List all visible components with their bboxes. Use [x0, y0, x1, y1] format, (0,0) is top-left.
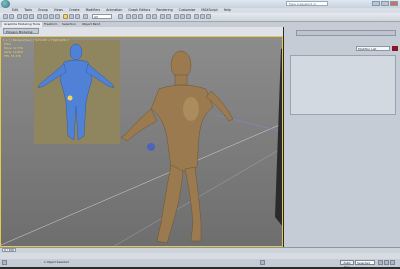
object-color-swatch[interactable] [392, 46, 398, 51]
render-setup-icon[interactable] [194, 14, 199, 19]
zoom-icon[interactable] [378, 260, 383, 265]
modifier-stack[interactable] [290, 55, 396, 115]
select-and-scale-icon[interactable] [75, 14, 80, 19]
link-icon[interactable] [17, 14, 22, 19]
reference-coordinate-icon[interactable] [83, 14, 88, 19]
search-input[interactable]: Type a keyword or phrase [286, 1, 328, 11]
select-and-move-icon[interactable] [63, 14, 68, 19]
render-production-icon[interactable] [206, 14, 211, 19]
orbit-icon[interactable] [390, 260, 395, 265]
maxscript-listener-icon[interactable] [2, 260, 7, 265]
align-icon[interactable] [152, 14, 157, 19]
mirror-icon[interactable] [146, 14, 151, 19]
command-panel-tabs[interactable] [296, 30, 396, 36]
reference-image [34, 40, 120, 144]
autokey-button[interactable]: Auto Key [340, 260, 354, 269]
angle-snap-icon[interactable] [132, 14, 137, 19]
lock-selection-icon[interactable] [260, 260, 265, 265]
schematic-view-icon[interactable] [180, 14, 185, 19]
select-and-rotate-icon[interactable] [69, 14, 74, 19]
dark-panel-object[interactable] [275, 39, 283, 247]
redo-button[interactable] [9, 14, 14, 19]
material-editor-icon[interactable] [186, 14, 191, 19]
maximize-button[interactable] [381, 1, 389, 6]
minimize-button[interactable] [372, 1, 380, 6]
percent-snap-icon[interactable] [138, 14, 143, 19]
unlink-icon[interactable] [23, 14, 28, 19]
bind-space-warp-icon[interactable] [29, 14, 34, 19]
character-model[interactable] [120, 50, 234, 244]
time-slider-thumb[interactable]: 0 / 100 [2, 248, 16, 252]
reference-marker-icon [67, 95, 73, 101]
body-highlight [183, 97, 199, 121]
selection-filter-dropdown[interactable]: All [92, 14, 112, 19]
status-text: 1 Object Selected [44, 260, 69, 264]
selection-region-icon[interactable] [49, 14, 54, 19]
transform-gizmo-icon[interactable] [147, 143, 155, 151]
pan-icon[interactable] [384, 260, 389, 265]
light-direction-line [215, 114, 282, 132]
rendered-frame-icon[interactable] [200, 14, 205, 19]
modifier-list-dropdown[interactable]: Modifier List [356, 46, 390, 51]
window-crossing-icon[interactable] [55, 14, 60, 19]
title-bar [0, 0, 400, 8]
snaps-toggle-icon[interactable] [126, 14, 131, 19]
graphite-tools-icon[interactable] [166, 14, 171, 19]
layer-manager-icon[interactable] [160, 14, 165, 19]
polygon-modeling-button[interactable]: Polygon Modeling [3, 28, 39, 34]
viewport-statistics: Total Polys: 12,776 Verts: 12,800 FPS: 5… [4, 42, 23, 58]
select-object-icon[interactable] [37, 14, 42, 19]
select-by-name-icon[interactable] [43, 14, 48, 19]
app-menu-button[interactable] [1, 0, 10, 8]
curve-editor-icon[interactable] [174, 14, 179, 19]
pivot-center-icon[interactable] [118, 14, 123, 19]
reference-figure [37, 43, 115, 141]
close-button[interactable] [390, 1, 398, 6]
key-filter-dropdown[interactable]: Selected [355, 260, 375, 265]
undo-button[interactable] [3, 14, 8, 19]
